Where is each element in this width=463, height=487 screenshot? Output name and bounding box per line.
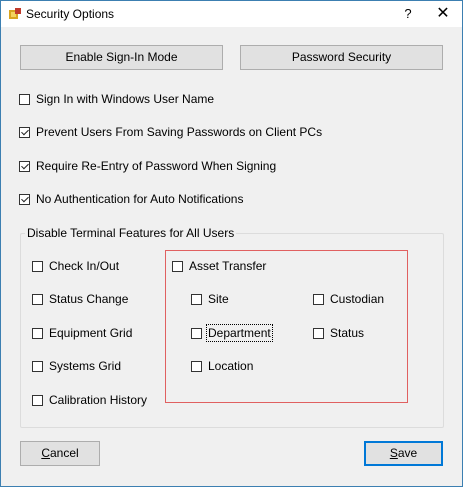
location-checkbox[interactable]: Location [191,359,253,373]
systems-grid-checkbox[interactable]: Systems Grid [32,359,121,373]
asset-transfer-checkbox[interactable]: Asset Transfer [172,259,266,273]
checkbox-label: Status [330,326,365,340]
checkbox-box[interactable] [32,360,43,372]
checkbox-label: Location [208,359,254,373]
checkbox-label: Custodian [330,292,385,306]
checkbox-box[interactable] [191,327,202,339]
enable-signin-mode-button[interactable]: Enable Sign-In Mode [20,45,223,70]
checkbox-label: Check In/Out [49,259,120,273]
checkbox-box[interactable] [32,260,43,272]
group-label: Disable Terminal Features for All Users [25,226,237,240]
no-auth-auto-notifications-checkbox[interactable]: No Authentication for Auto Notifications [19,192,243,206]
prevent-saving-passwords-checkbox[interactable]: Prevent Users From Saving Passwords on C… [19,125,322,139]
checkbox-box[interactable] [32,293,43,305]
checkbox-label: Calibration History [49,393,148,407]
checkbox-box[interactable] [32,394,43,406]
title-bar: Security Options ? ✕ [1,1,462,27]
save-mnemonic: S [389,446,398,460]
help-button[interactable]: ? [393,1,423,27]
checkbox-label: Systems Grid [49,359,122,373]
checkbox-box[interactable] [19,93,30,105]
cancel-button[interactable]: Cancel [20,441,100,466]
checkbox-box[interactable] [19,160,30,172]
site-checkbox[interactable]: Site [191,292,229,306]
checkbox-box[interactable] [191,293,202,305]
checkbox-label: Asset Transfer [189,259,267,273]
require-reentry-password-checkbox[interactable]: Require Re-Entry of Password When Signin… [19,159,276,173]
calibration-history-checkbox[interactable]: Calibration History [32,393,147,407]
checkbox-label: Sign In with Windows User Name [36,92,215,106]
checkbox-box[interactable] [191,360,202,372]
checkbox-label: Status Change [49,292,129,306]
app-icon [9,8,21,19]
close-icon[interactable]: ✕ [426,1,460,27]
department-checkbox[interactable]: Department [191,324,273,342]
custodian-checkbox[interactable]: Custodian [313,292,384,306]
checkbox-box[interactable] [172,260,183,272]
checkbox-box[interactable] [32,327,43,339]
cancel-label-rest: ancel [49,446,79,460]
checkbox-label: Equipment Grid [49,326,133,340]
checkbox-label: No Authentication for Auto Notifications [36,192,244,206]
save-button[interactable]: Save [364,441,443,466]
status-change-checkbox[interactable]: Status Change [32,292,128,306]
equipment-grid-checkbox[interactable]: Equipment Grid [32,326,132,340]
checkbox-label: Prevent Users From Saving Passwords on C… [36,125,323,139]
checkbox-box[interactable] [19,193,30,205]
checkbox-label: Require Re-Entry of Password When Signin… [36,159,277,173]
save-label-rest: ave [397,446,418,460]
window-title: Security Options [26,7,115,21]
sign-in-windows-user-checkbox[interactable]: Sign In with Windows User Name [19,92,214,106]
status-checkbox[interactable]: Status [313,326,364,340]
checkbox-box[interactable] [313,293,324,305]
security-options-dialog: Security Options ? ✕ Enable Sign-In Mode… [0,0,463,487]
cancel-mnemonic: C [41,446,50,460]
checkbox-label: Department [206,324,273,342]
checkbox-box[interactable] [313,327,324,339]
check-in-out-checkbox[interactable]: Check In/Out [32,259,119,273]
password-security-button[interactable]: Password Security [240,45,443,70]
checkbox-box[interactable] [19,126,30,138]
checkbox-label: Site [208,292,229,306]
